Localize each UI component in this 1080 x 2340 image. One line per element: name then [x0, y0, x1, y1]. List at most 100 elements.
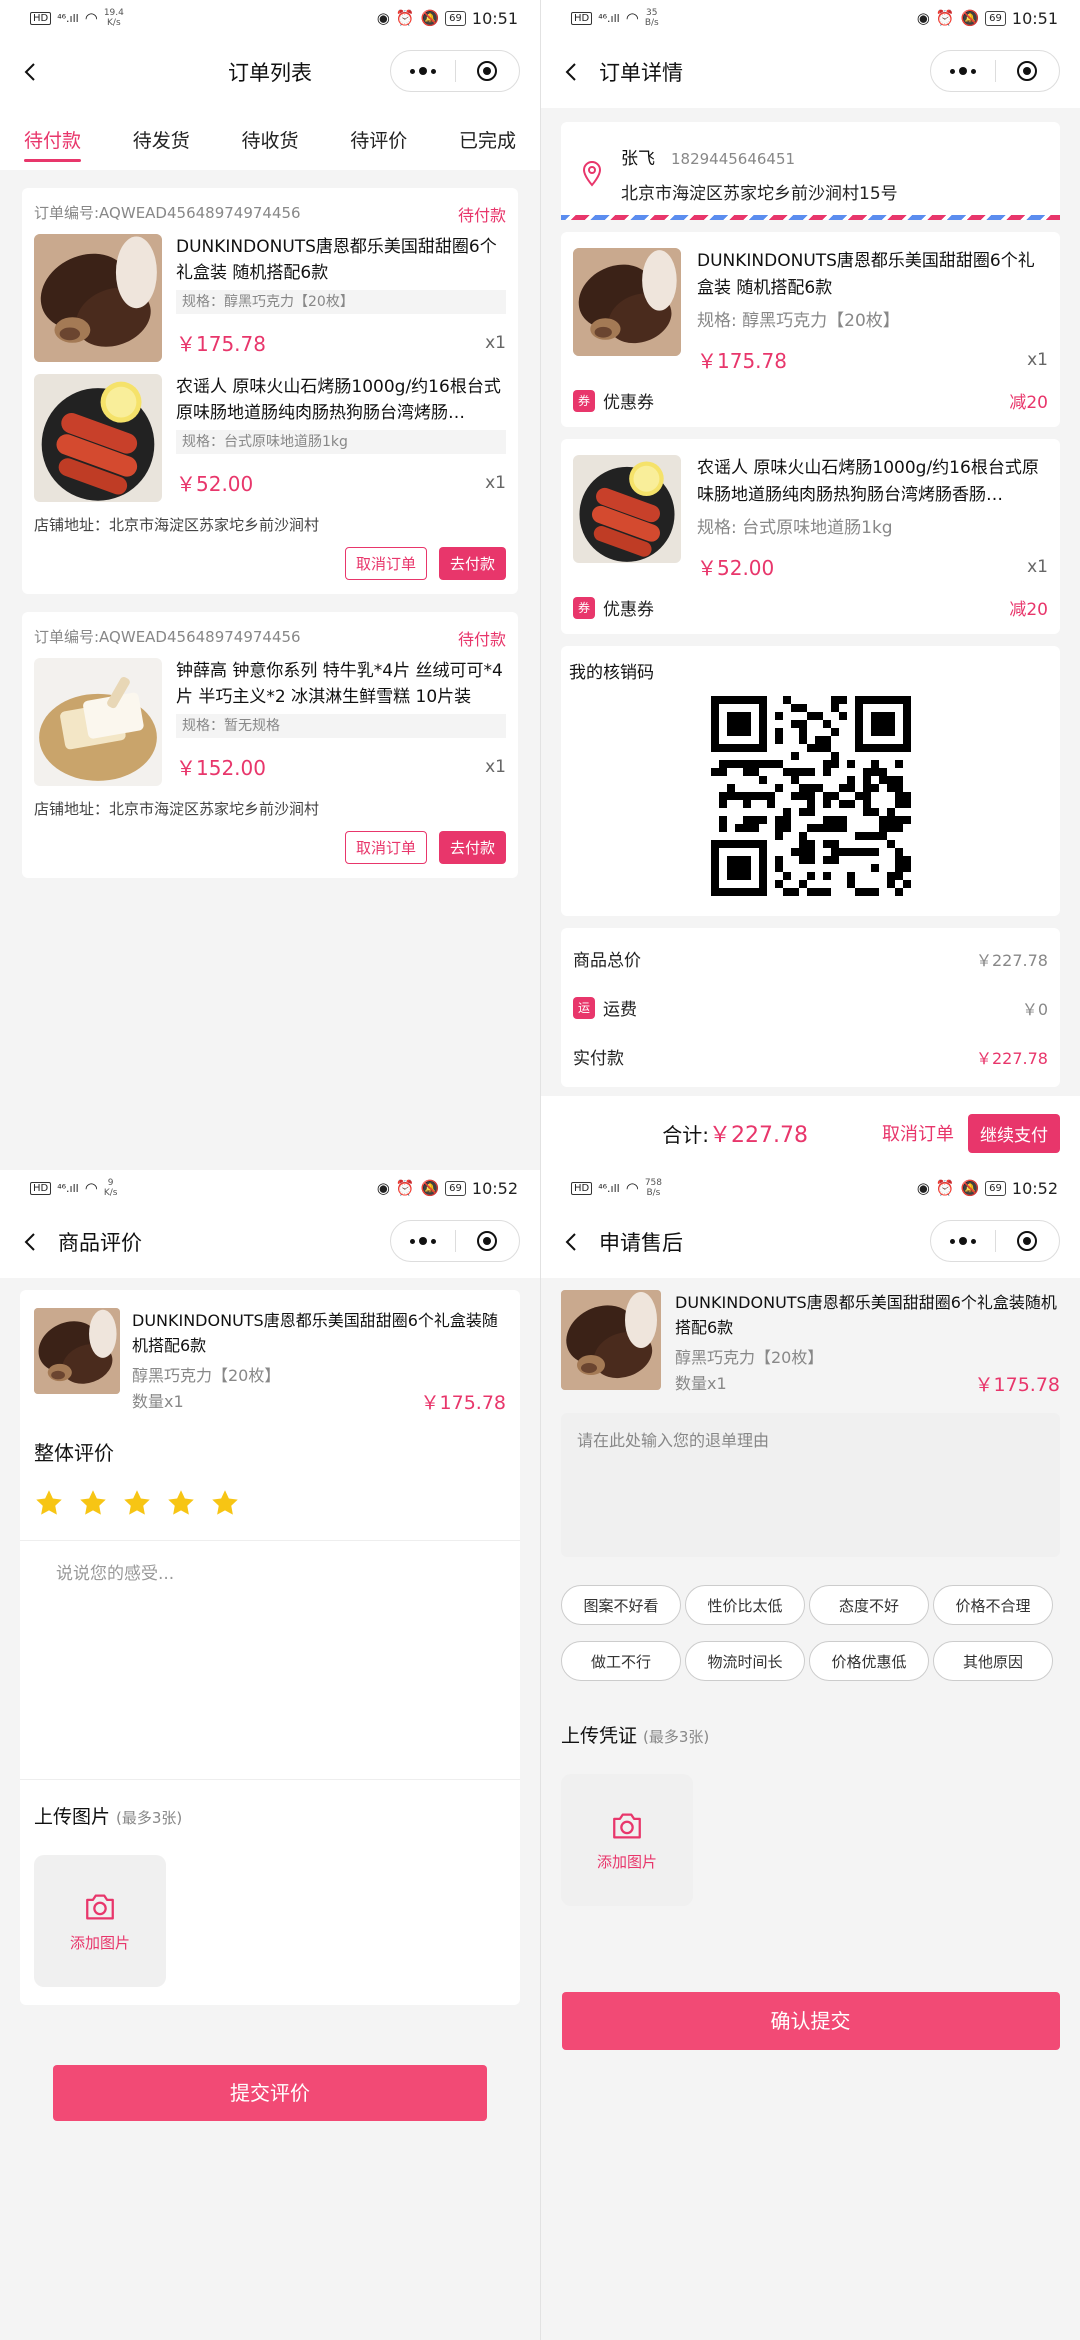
product-qty: x1 — [1027, 349, 1048, 370]
star-icon[interactable] — [210, 1488, 240, 1518]
eye-icon: ◉ — [376, 1179, 390, 1197]
battery-icon: 69 — [445, 10, 466, 26]
after-sale-product: DUNKINDONUTS唐恩都乐美国甜甜圈6个礼盒装随机搭配6款 醇黑巧克力【2… — [561, 1290, 1060, 1397]
tab-pending-payment[interactable]: 待付款 — [24, 108, 82, 170]
order-card[interactable]: 订单编号:AQWEAD45648974974456 待付款 钟薛高 钟意你系列 … — [22, 612, 518, 878]
dot-icon — [430, 68, 436, 74]
order-item[interactable]: DUNKINDONUTS唐恩都乐美国甜甜圈6个礼盒装 随机搭配6款 规格：醇黑巧… — [34, 234, 506, 362]
product-qty: x1 — [485, 332, 506, 353]
product-spec: 醇黑巧克力【20枚】 — [132, 1366, 281, 1385]
back-button[interactable] — [559, 52, 585, 92]
mute-icon: 🔕 — [960, 9, 980, 27]
signal-icon: ⁴⁶.ıll — [598, 1181, 620, 1195]
add-photo-button[interactable]: 添加图片 — [34, 1855, 166, 1987]
recipient-phone: 1829445646451 — [671, 150, 796, 168]
paid-value: ￥227.78 — [976, 1048, 1048, 1068]
review-text-input[interactable]: 说说您的感受... — [20, 1540, 520, 1780]
tab-pending-review[interactable]: 待评价 — [350, 108, 407, 170]
upload-hint: (最多3张) — [116, 1809, 183, 1827]
review-screen: HD ⁴⁶.ıll ◠ 9 K/s ◉ ⏰ 🔕 69 10:52 商品评价 DU… — [0, 1170, 540, 2340]
order-detail-screen: HD ⁴⁶.ıll ◠ 35 B/s ◉ ⏰ 🔕 69 10:51 订单详情 张… — [540, 0, 1080, 1170]
chevron-left-icon — [560, 60, 584, 84]
tab-pending-shipment[interactable]: 待发货 — [133, 108, 190, 170]
cancel-order-button[interactable]: 取消订单 — [344, 547, 427, 580]
reason-tag[interactable]: 态度不好 — [809, 1585, 929, 1625]
back-button[interactable] — [559, 1222, 585, 1262]
order-number: 订单编号:AQWEAD45648974974456 — [34, 628, 301, 646]
star-icon[interactable] — [78, 1488, 108, 1518]
chevron-left-icon — [19, 60, 43, 84]
close-mini-program-button[interactable] — [456, 1221, 520, 1261]
product-spec: 规格: 醇黑巧克力【20枚】 — [697, 311, 900, 331]
back-button[interactable] — [18, 52, 44, 92]
close-mini-program-button[interactable] — [456, 51, 520, 91]
close-mini-program-button[interactable] — [996, 1221, 1060, 1261]
order-card[interactable]: 订单编号:AQWEAD45648974974456 待付款 DUNKINDONU… — [22, 188, 518, 594]
more-button[interactable] — [391, 1221, 455, 1261]
product-name: 农谣人 原味火山石烤肠1000g/约16根台式原味肠地道肠纯肉肠热狗肠台湾烤肠香… — [697, 458, 1039, 505]
product-spec: 规格：台式原味地道肠1kg — [176, 430, 506, 454]
review-product: DUNKINDONUTS唐恩都乐美国甜甜圈6个礼盒装随机搭配6款 醇黑巧克力【2… — [34, 1308, 506, 1415]
submit-review-button[interactable]: 提交评价 — [53, 2065, 487, 2121]
dot-icon — [409, 68, 415, 74]
reason-tag[interactable]: 价格优惠低 — [809, 1641, 929, 1681]
more-button[interactable] — [931, 51, 995, 91]
total-label: 合计:￥227.78 — [662, 1123, 808, 1148]
reason-tag[interactable]: 图案不好看 — [561, 1585, 681, 1625]
pay-button[interactable]: 去付款 — [438, 547, 506, 580]
tab-pending-receipt[interactable]: 待收货 — [241, 108, 298, 170]
star-icon[interactable] — [122, 1488, 152, 1518]
product-image — [34, 374, 162, 502]
order-status: 待付款 — [457, 206, 506, 225]
qr-code[interactable] — [711, 696, 911, 900]
order-item-card[interactable]: 农谣人 原味火山石烤肠1000g/约16根台式原味肠地道肠纯肉肠热狗肠台湾烤肠香… — [561, 439, 1060, 634]
reason-tag[interactable]: 其他原因 — [933, 1641, 1053, 1681]
review-card: DUNKINDONUTS唐恩都乐美国甜甜圈6个礼盒装随机搭配6款 醇黑巧克力【2… — [20, 1290, 520, 2005]
star-rating[interactable] — [34, 1488, 506, 1518]
reason-tag[interactable]: 性价比太低 — [685, 1585, 805, 1625]
more-button[interactable] — [931, 1221, 995, 1261]
battery-icon: 69 — [985, 10, 1006, 26]
cancel-order-button[interactable]: 取消订单 — [882, 1120, 954, 1146]
continue-pay-button[interactable]: 继续支付 — [968, 1113, 1060, 1153]
star-icon[interactable] — [166, 1488, 196, 1518]
add-photo-button[interactable]: 添加图片 — [561, 1774, 693, 1906]
product-spec: 规格: 台式原味地道肠1kg — [697, 518, 893, 538]
dot-icon — [958, 67, 967, 75]
recipient-name: 张飞 — [621, 149, 655, 169]
product-image — [573, 455, 681, 563]
product-price: ￥175.78 — [176, 332, 266, 356]
network-speed: 19.4 K/s — [103, 8, 124, 28]
reason-tag[interactable]: 做工不行 — [561, 1641, 681, 1681]
coupon-value: 减20 — [1009, 600, 1048, 620]
hd-icon: HD — [30, 11, 52, 25]
cancel-order-button[interactable]: 取消订单 — [344, 831, 427, 864]
order-item-card[interactable]: DUNKINDONUTS唐恩都乐美国甜甜圈6个礼盒装 随机搭配6款 规格: 醇黑… — [561, 232, 1060, 427]
target-icon — [1017, 61, 1038, 81]
reason-tag[interactable]: 价格不合理 — [933, 1585, 1053, 1625]
confirm-submit-button[interactable]: 确认提交 — [561, 1992, 1060, 2050]
refund-reason-input[interactable]: 请在此处输入您的退单理由 — [561, 1413, 1060, 1557]
back-button[interactable] — [18, 1222, 44, 1262]
reason-tag[interactable]: 物流时间长 — [685, 1641, 805, 1681]
price-summary: 商品总价 ￥227.78 运运费 ￥0 实付款 ￥227.78 — [561, 928, 1060, 1087]
address-card[interactable]: 张飞 1829445646451 北京市海淀区苏家坨乡前沙涧村15号 — [561, 122, 1060, 220]
product-spec: 规格：暂无规格 — [176, 714, 506, 738]
reason-tags: 图案不好看 性价比太低 态度不好 价格不合理 做工不行 物流时间长 价格优惠低 … — [561, 1585, 1060, 1681]
more-button[interactable] — [391, 51, 455, 91]
tab-completed[interactable]: 已完成 — [459, 108, 516, 170]
status-bar: HD ⁴⁶.ıll ◠ 9 K/s ◉ ⏰ 🔕 69 10:52 — [0, 1170, 540, 1206]
order-item[interactable]: 农谣人 原味火山石烤肠1000g/约16根台式原味肠地道肠纯肉肠热狗肠台湾烤肠…… — [34, 374, 506, 502]
close-mini-program-button[interactable] — [996, 51, 1060, 91]
status-bar: HD ⁴⁶.ıll ◠ 19.4 K/s ◉ ⏰ 🔕 69 10:51 — [0, 0, 540, 36]
total-value: ￥227.78 — [709, 1123, 808, 1148]
checkout-bar: 合计:￥227.78 取消订单 继续支付 — [541, 1096, 1080, 1170]
dot-icon — [418, 67, 427, 75]
pay-button[interactable]: 去付款 — [438, 831, 506, 864]
product-qty: 数量x1 — [675, 1374, 727, 1393]
camera-icon — [608, 1809, 646, 1843]
target-icon — [1017, 1231, 1038, 1251]
star-icon[interactable] — [34, 1488, 64, 1518]
mute-icon: 🔕 — [420, 9, 440, 27]
order-item[interactable]: 钟薛高 钟意你系列 特牛乳*4片 丝绒可可*4片 半巧主义*2 冰淇淋生鲜雪糕 … — [34, 658, 506, 786]
